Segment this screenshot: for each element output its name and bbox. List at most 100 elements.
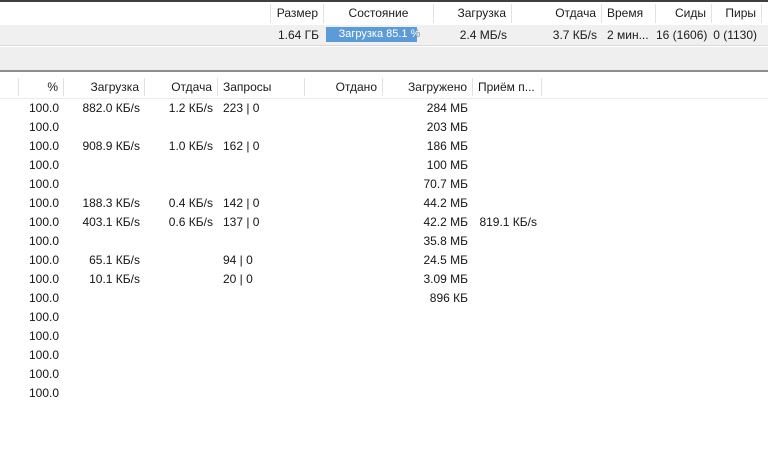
peer-row[interactable]: 100.0 (0, 308, 768, 327)
peer-download-speed-cell (64, 365, 145, 384)
peer-percent-cell: 100.0 (28, 272, 59, 286)
column-header-seeds[interactable]: Сиды (656, 4, 712, 23)
torrent-client-window: Размер Состояние Загрузка Отдача Время С… (0, 0, 768, 450)
peer-upload-speed-cell (145, 365, 218, 384)
peer-row-lead-cell (0, 156, 19, 175)
peer-column-header-empty[interactable] (0, 78, 19, 96)
peer-column-header-requests[interactable]: Запросы (218, 78, 305, 96)
peer-requests-cell (218, 232, 305, 251)
column-header-name-empty[interactable] (0, 4, 271, 23)
column-header-status[interactable]: Состояние (324, 4, 434, 23)
peer-row[interactable]: 100.0 70.7 МБ (0, 175, 768, 194)
peer-column-header-downloaded[interactable]: Загружено (383, 78, 473, 96)
peer-row[interactable]: 100.0 908.9 КБ/s 1.0 КБ/s 162 | 0 186 МБ (0, 137, 768, 156)
peer-upload-speed-cell (145, 289, 218, 308)
peer-dl-rate-cell (473, 251, 542, 270)
peer-row-filler (542, 99, 768, 118)
peer-downloaded-cell: 100 МБ (426, 158, 468, 172)
peer-upload-speed-cell: 0.4 КБ/s (168, 196, 213, 210)
peer-requests-cell (218, 175, 305, 194)
column-header-upload[interactable]: Отдача (512, 4, 602, 23)
torrent-table-header: Размер Состояние Загрузка Отдача Время С… (0, 2, 768, 25)
peer-row[interactable]: 100.0 896 КБ (0, 289, 768, 308)
peer-row-filler (542, 327, 768, 346)
peer-upload-speed-cell (145, 175, 218, 194)
peer-requests-cell: 137 | 0 (223, 215, 260, 229)
torrent-row[interactable]: 1.64 ГБ Загрузка 85.1 % Загрузка 85.1 % … (0, 25, 768, 46)
peer-downloaded-cell: 42.2 МБ (423, 215, 468, 229)
peer-row-filler (542, 232, 768, 251)
torrent-status-cell: Загрузка 85.1 % Загрузка 85.1 % (324, 25, 434, 45)
peer-column-header-uploaded[interactable]: Отдано (305, 78, 383, 96)
peer-uploaded-cell (305, 175, 383, 194)
peer-download-speed-cell (64, 346, 145, 365)
peer-requests-cell (218, 327, 305, 346)
peer-requests-cell: 94 | 0 (223, 253, 253, 267)
peer-dl-rate-cell (473, 156, 542, 175)
peer-downloaded-cell (383, 346, 473, 365)
peer-dl-rate-cell (473, 137, 542, 156)
peer-row-lead-cell (0, 251, 19, 270)
peer-uploaded-cell (305, 270, 383, 289)
peer-upload-speed-cell (145, 251, 218, 270)
peer-row-filler (542, 365, 768, 384)
peer-downloaded-cell: 24.5 МБ (423, 253, 468, 267)
column-header-time[interactable]: Время (602, 4, 656, 23)
peer-percent-cell: 100.0 (28, 177, 59, 191)
torrent-peers-cell: 0 (1130) (713, 28, 757, 42)
peer-row[interactable]: 100.0 (0, 327, 768, 346)
peer-row[interactable]: 100.0 100 МБ (0, 156, 768, 175)
peer-downloaded-cell (383, 327, 473, 346)
peer-requests-cell (218, 308, 305, 327)
peer-row[interactable]: 100.0 65.1 КБ/s 94 | 0 24.5 МБ (0, 251, 768, 270)
peer-dl-rate-cell (473, 194, 542, 213)
peer-row-lead-cell (0, 213, 19, 232)
peer-percent-cell: 100.0 (28, 215, 59, 229)
peer-row-filler (542, 308, 768, 327)
peer-downloaded-cell: 3.09 МБ (423, 272, 468, 286)
peer-row[interactable]: 100.0 188.3 КБ/s 0.4 КБ/s 142 | 0 44.2 МБ (0, 194, 768, 213)
peer-row[interactable]: 100.0 10.1 КБ/s 20 | 0 3.09 МБ (0, 270, 768, 289)
peer-row[interactable]: 100.0 (0, 384, 768, 403)
peer-column-header-download[interactable]: Загрузка (64, 78, 145, 96)
column-header-download[interactable]: Загрузка (434, 4, 512, 23)
peer-downloaded-cell: 70.7 МБ (423, 177, 468, 191)
peer-dl-rate-cell (473, 365, 542, 384)
peer-percent-cell: 100.0 (28, 310, 59, 324)
peer-row[interactable]: 100.0 403.1 КБ/s 0.6 КБ/s 137 | 0 42.2 МБ 819… (0, 213, 768, 232)
peer-requests-cell: 162 | 0 (223, 139, 260, 153)
peer-row-filler (542, 251, 768, 270)
list-empty-area (0, 46, 768, 70)
peer-row-filler (542, 137, 768, 156)
column-header-peers[interactable]: Пиры (712, 4, 762, 23)
torrent-size-cell: 1.64 ГБ (277, 28, 319, 42)
peer-download-speed-cell (64, 118, 145, 137)
peer-upload-speed-cell (145, 232, 218, 251)
peer-row[interactable]: 100.0 882.0 КБ/s 1.2 КБ/s 223 | 0 284 МБ (0, 99, 768, 118)
peer-upload-speed-cell: 1.0 КБ/s (168, 139, 213, 153)
peer-downloaded-cell (383, 308, 473, 327)
peer-row-lead-cell (0, 232, 19, 251)
peer-column-header-upload[interactable]: Отдача (145, 78, 218, 96)
peer-upload-speed-cell (145, 156, 218, 175)
peer-row-filler (542, 194, 768, 213)
peer-row[interactable]: 100.0 (0, 365, 768, 384)
peer-row[interactable]: 100.0 203 МБ (0, 118, 768, 137)
peer-downloaded-cell: 203 МБ (426, 120, 468, 134)
column-header-size[interactable]: Размер (271, 4, 324, 23)
peer-download-speed-cell: 403.1 КБ/s (82, 215, 140, 229)
peer-column-header-percent[interactable]: % (19, 78, 64, 96)
peer-row-filler (542, 156, 768, 175)
peer-column-header-peer-dl-rate[interactable]: Приём п... (473, 78, 542, 96)
peer-row-lead-cell (0, 327, 19, 346)
peer-percent-cell: 100.0 (28, 101, 59, 115)
peer-row[interactable]: 100.0 35.8 МБ (0, 232, 768, 251)
peer-percent-cell: 100.0 (28, 329, 59, 343)
peer-row-filler (542, 289, 768, 308)
peer-upload-speed-cell (145, 270, 218, 289)
peer-row-lead-cell (0, 308, 19, 327)
peer-row-lead-cell (0, 175, 19, 194)
peer-downloaded-cell: 284 МБ (426, 101, 468, 115)
peer-row[interactable]: 100.0 (0, 346, 768, 365)
peer-row-lead-cell (0, 365, 19, 384)
